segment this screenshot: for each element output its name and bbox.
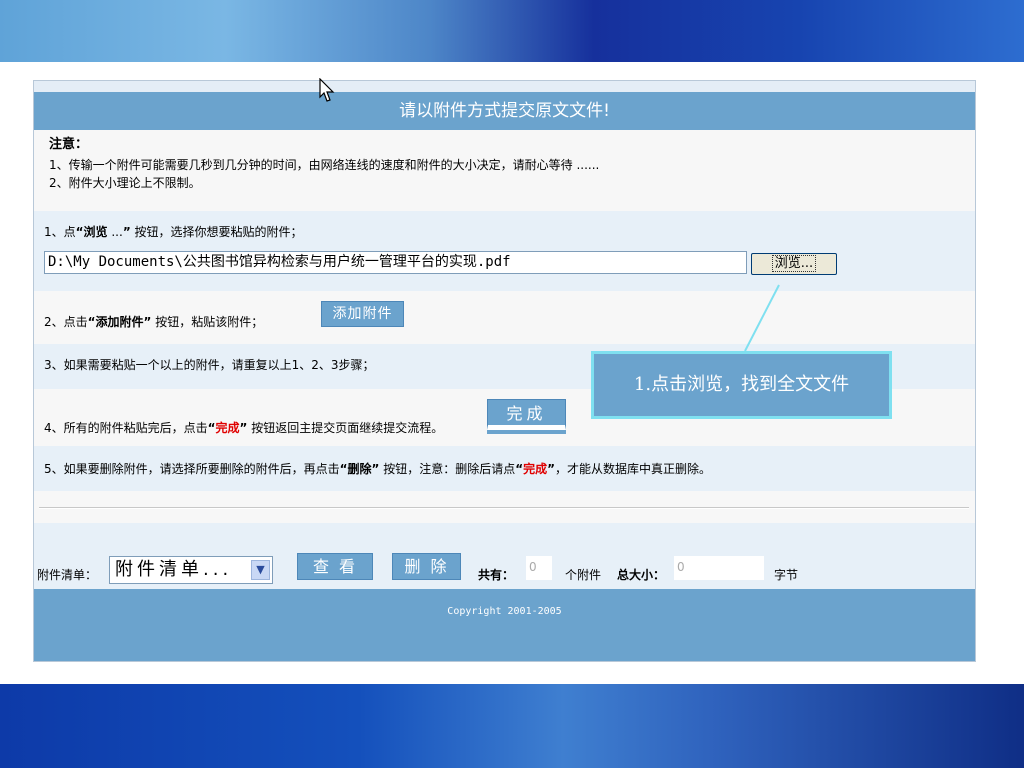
browse-button[interactable]: 浏览...: [751, 253, 837, 275]
step-3-text: 3、如果需要粘贴一个以上的附件，请重复以上1、2、3步骤；: [44, 358, 375, 372]
delete-button[interactable]: 删除: [392, 553, 461, 580]
slide-top-band: [0, 0, 1024, 62]
copyright-footer: Copyright 2001-2005: [34, 589, 975, 661]
mouse-cursor-icon: [319, 78, 335, 102]
step-4-text: 4、所有的附件粘贴完后，点击“完成” 按钮返回主提交页面继续提交流程。: [44, 421, 444, 435]
step-5-row: 5、如果要删除附件，请选择所要删除的附件后，再点击“删除” 按钮，注意：删除后请…: [34, 446, 975, 491]
attachment-list-select[interactable]: 附件清单... ▼: [109, 556, 273, 584]
notice-heading: 注意：: [49, 137, 89, 152]
attachment-list-row: 附件清单： 附件清单... ▼ 查看 删除 共有： 0 个附件 总大小： 0 字…: [34, 523, 975, 589]
chevron-down-icon[interactable]: ▼: [251, 560, 270, 580]
step-2-row: 2、点击“添加附件” 按钮，粘贴该附件； 添加附件: [34, 291, 975, 344]
add-attachment-button[interactable]: 添加附件: [321, 301, 404, 327]
step-5-text: 5、如果要删除附件，请选择所要删除的附件后，再点击“删除” 按钮，注意：删除后请…: [44, 462, 712, 476]
attachment-count-unit: 个附件: [565, 568, 602, 582]
total-size-label: 总大小：: [617, 568, 666, 582]
notice-box: 注意： 1、传输一个附件可能需要几秒到几分钟的时间，由网络连线的速度和附件的大小…: [34, 130, 975, 211]
attachment-count-label: 共有：: [478, 568, 515, 582]
step-1-row: 1、点“浏览 ...” 按钮，选择你想要粘贴的附件； D:\My Documen…: [34, 211, 975, 291]
step-1-text: 1、点“浏览 ...” 按钮，选择你想要粘贴的附件；: [44, 225, 303, 239]
instruction-callout: 1.点击浏览，找到全文文件: [591, 351, 892, 419]
notice-line-1: 1、传输一个附件可能需要几秒到几分钟的时间，由网络连线的速度和附件的大小决定，请…: [49, 158, 600, 172]
notice-line-2: 2、附件大小理论上不限制。: [49, 176, 201, 190]
attachment-count-field: 0: [526, 556, 552, 580]
attachment-list-label: 附件清单：: [37, 568, 98, 582]
total-size-unit: 字节: [774, 568, 799, 582]
page-title: 请以附件方式提交原文文件!: [34, 92, 975, 130]
total-size-field: 0: [674, 556, 764, 580]
file-path-input[interactable]: D:\My Documents\公共图书馆异构检索与用户统一管理平台的实现.pd…: [44, 251, 747, 274]
divider: [39, 507, 969, 509]
attachment-list-select-value: 附件清单...: [115, 559, 233, 580]
separator-row: [34, 491, 975, 523]
step-2-text: 2、点击“添加附件” 按钮，粘贴该附件；: [44, 315, 264, 329]
done-button[interactable]: 完成: [487, 399, 566, 430]
view-button[interactable]: 查看: [297, 553, 373, 580]
slide-bottom-band: [0, 684, 1024, 768]
